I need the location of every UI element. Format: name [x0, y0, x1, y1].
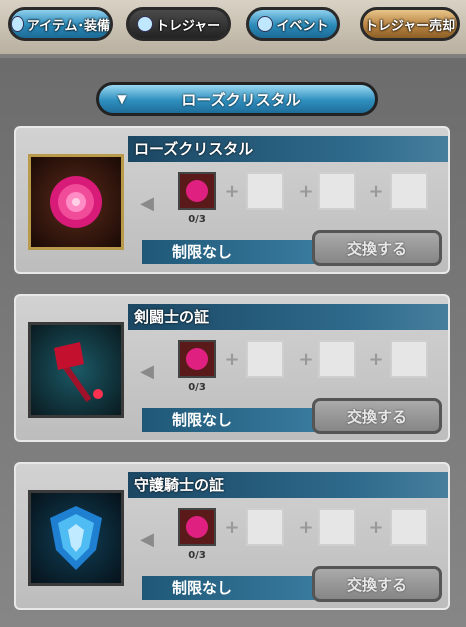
- dropdown-arrow-icon: ▼: [117, 92, 127, 106]
- plus-icon: +: [368, 517, 384, 538]
- limit-label: 制限なし: [142, 408, 332, 432]
- filter-dropdown[interactable]: ▼ ローズクリスタル: [96, 82, 378, 116]
- tab-treasure-sell-label: トレジャー売却: [364, 18, 456, 34]
- exchange-button[interactable]: 交換する: [312, 398, 442, 434]
- rose-icon: [28, 154, 124, 250]
- tab-treasure-sell[interactable]: トレジャー売却: [360, 7, 460, 41]
- exchange-card: ローズクリスタル ◀ 0/3 + + + 制限なし 交換する: [14, 126, 450, 274]
- plus-icon: +: [298, 181, 314, 202]
- limit-label: 制限なし: [142, 576, 332, 600]
- empty-slot: [246, 172, 284, 210]
- slot-scroll-left-icon[interactable]: ◀: [136, 354, 158, 388]
- exchange-button[interactable]: 交換する: [312, 230, 442, 266]
- potion-icon: [11, 16, 24, 32]
- required-item-slot: [178, 340, 216, 378]
- exchange-card: 剣闘士の証 ◀ 0/3 + + + 制限なし 交換する: [14, 294, 450, 442]
- exchange-card: 守護騎士の証 ◀ 0/3 + + + 制限なし 交換する: [14, 462, 450, 610]
- empty-slot: [390, 172, 428, 210]
- plus-icon: +: [224, 517, 240, 538]
- tab-items-equipment[interactable]: アイテム･装備: [8, 7, 113, 41]
- exchange-button[interactable]: 交換する: [312, 566, 442, 602]
- card-title: 守護騎士の証: [128, 472, 448, 498]
- required-count: 0/3: [188, 382, 206, 393]
- plus-icon: +: [224, 181, 240, 202]
- tab-treasure-label: トレジャー: [155, 18, 221, 34]
- slot-scroll-left-icon[interactable]: ◀: [136, 522, 158, 556]
- required-count: 0/3: [188, 214, 206, 225]
- empty-slot: [318, 508, 356, 546]
- filter-label: ローズクリスタル: [181, 90, 301, 109]
- empty-slot: [318, 172, 356, 210]
- tab-items-equipment-label: アイテム･装備: [26, 18, 110, 34]
- empty-slot: [246, 340, 284, 378]
- plus-icon: +: [298, 349, 314, 370]
- empty-slot: [318, 340, 356, 378]
- plus-icon: +: [224, 349, 240, 370]
- treasure-icon: [136, 16, 153, 32]
- required-count: 0/3: [188, 550, 206, 561]
- limit-label: 制限なし: [142, 240, 332, 264]
- tab-event-label: イベント: [276, 18, 329, 34]
- plus-icon: +: [368, 181, 384, 202]
- card-title: ローズクリスタル: [128, 136, 448, 162]
- empty-slot: [246, 508, 284, 546]
- empty-slot: [390, 340, 428, 378]
- event-icon: [257, 16, 274, 32]
- empty-slot: [390, 508, 428, 546]
- tab-treasure[interactable]: トレジャー: [126, 7, 231, 41]
- tab-event[interactable]: イベント: [246, 7, 340, 41]
- plus-icon: +: [298, 517, 314, 538]
- blue-shield-icon: [28, 490, 124, 586]
- card-title: 剣闘士の証: [128, 304, 448, 330]
- required-item-slot: [178, 508, 216, 546]
- required-item-slot: [178, 172, 216, 210]
- axe-icon: [28, 322, 124, 418]
- plus-icon: +: [368, 349, 384, 370]
- top-tab-bar: アイテム･装備 トレジャー イベント トレジャー売却: [0, 0, 466, 54]
- slot-scroll-left-icon[interactable]: ◀: [136, 186, 158, 220]
